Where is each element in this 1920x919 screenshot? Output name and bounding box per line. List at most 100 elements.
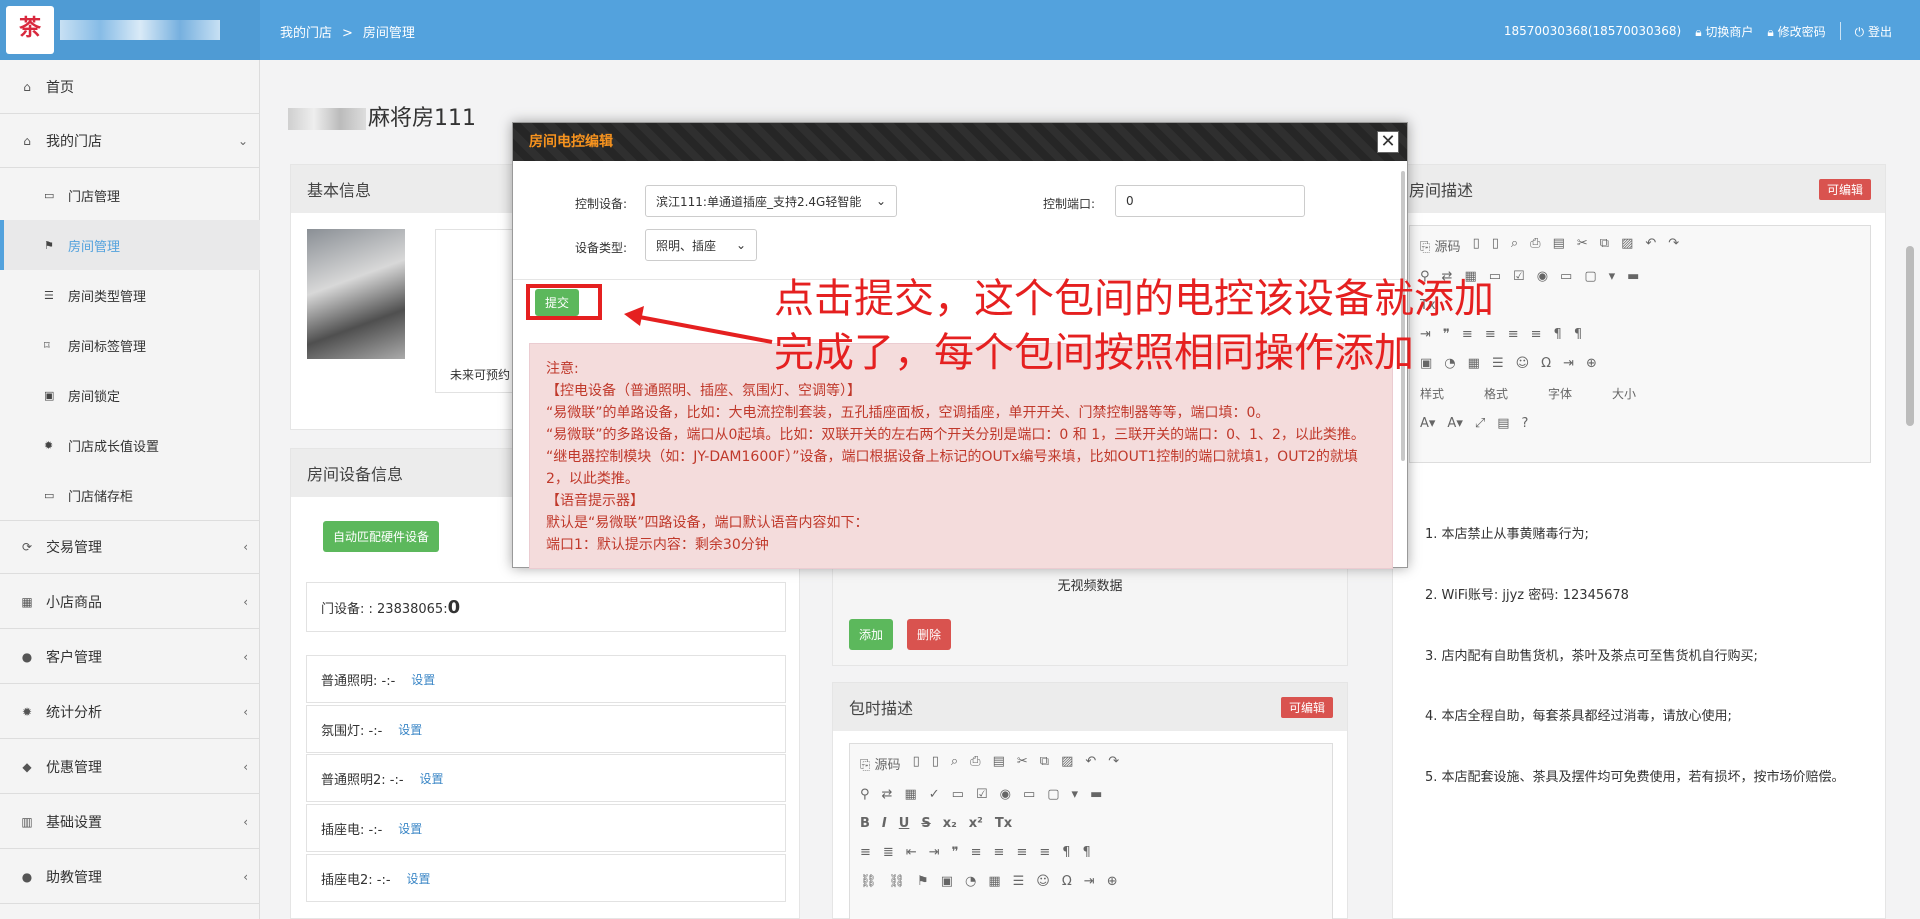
maximize-icon[interactable]: ⤢ [1475, 416, 1485, 431]
device-settings-link[interactable]: 设置 [398, 721, 422, 738]
size-dropdown[interactable]: 大小 [1612, 385, 1636, 402]
paste-icon[interactable]: ▨ [1061, 754, 1073, 773]
delete-button[interactable]: 删除 [907, 619, 952, 650]
textarea-icon[interactable]: ▢ [1047, 787, 1059, 802]
ordered-list-icon[interactable]: ≡ [860, 845, 871, 860]
sidebar-item-room-management[interactable]: ⚑ 房间管理 [0, 220, 260, 270]
show-blocks-icon[interactable]: ▤ [1497, 416, 1509, 431]
subscript-icon[interactable]: x₂ [943, 816, 957, 831]
pagebreak-icon[interactable]: ⇥ [1563, 356, 1574, 371]
unlink-icon[interactable]: ⛓ [889, 874, 906, 889]
redo-icon[interactable]: ↷ [1108, 754, 1119, 773]
save-icon[interactable]: ▯ [913, 754, 920, 773]
font-dropdown[interactable]: 字体 [1548, 385, 1572, 402]
outdent-icon[interactable]: ⇤ [906, 845, 917, 860]
print-icon[interactable]: ⎙ [1530, 236, 1540, 255]
text-color-icon[interactable]: A▾ [1420, 416, 1435, 431]
logo[interactable]: 茶 [0, 0, 260, 60]
align-right-icon[interactable]: ≡ [1508, 327, 1519, 342]
add-button[interactable]: 添加 [849, 619, 894, 650]
change-password-button[interactable]: 🔒︎ 修改密码 [1767, 23, 1825, 40]
checkbox-icon[interactable]: ☑ [976, 787, 988, 802]
omega-icon[interactable]: Ω [1062, 874, 1072, 889]
omega-icon[interactable]: Ω [1541, 356, 1551, 371]
editable-badge[interactable]: 可编辑 [1280, 697, 1333, 718]
search-icon[interactable]: ⚲ [860, 787, 870, 802]
ltr-icon[interactable]: ¶ [1554, 327, 1562, 342]
sidebar-item-room-lock[interactable]: ▣ 房间锁定 [0, 370, 260, 420]
justify-icon[interactable]: ≡ [1531, 327, 1542, 342]
paste-icon[interactable]: ▨ [1621, 236, 1633, 255]
format-dropdown[interactable]: 格式 [1484, 385, 1508, 402]
hr-icon[interactable]: ☰ [1013, 874, 1025, 889]
quote-icon[interactable]: ❞ [952, 845, 959, 860]
breadcrumb-room[interactable]: 房间管理 [363, 26, 415, 41]
sidebar-item-store-management[interactable]: ▭ 门店管理 [0, 170, 260, 220]
close-icon[interactable]: ✕ [1377, 131, 1399, 153]
device-settings-link[interactable]: 设置 [420, 770, 444, 787]
bg-color-icon[interactable]: A▾ [1447, 416, 1462, 431]
anchor-icon[interactable]: ⚑ [917, 874, 929, 889]
logout-button[interactable]: ⏻ 登出 [1855, 23, 1892, 40]
select-icon[interactable]: ▾ [1609, 269, 1616, 284]
template-icon[interactable]: ▤ [1553, 236, 1565, 255]
checkbox-icon[interactable]: ☑ [1513, 269, 1525, 284]
justify-icon[interactable]: ≡ [1039, 845, 1050, 860]
cut-icon[interactable]: ✂ [1577, 236, 1588, 255]
redo-icon[interactable]: ↷ [1668, 236, 1679, 255]
bulleted-list-icon[interactable]: ≣ [883, 845, 894, 860]
smiley-icon[interactable]: ☺ [1516, 356, 1530, 371]
print-icon[interactable]: ⎙ [970, 754, 980, 773]
align-right-icon[interactable]: ≡ [1016, 845, 1027, 860]
sidebar-item-storage-locker[interactable]: ▭ 门店储存柜 [0, 470, 260, 520]
align-left-icon[interactable]: ≡ [971, 845, 982, 860]
rtl-icon[interactable]: ¶ [1574, 327, 1582, 342]
save-icon[interactable]: ▯ [1473, 236, 1480, 255]
textarea-icon[interactable]: ▢ [1584, 269, 1596, 284]
new-page-icon[interactable]: ▯ [932, 754, 939, 773]
control-device-select[interactable]: 滨江111:单通道插座_支持2.4G轻智能 ⌄ [645, 185, 897, 217]
sidebar-item-room-type[interactable]: ☰ 房间类型管理 [0, 270, 260, 320]
strike-icon[interactable]: S [921, 816, 930, 831]
page-scrollbar[interactable] [1906, 246, 1914, 426]
rules-content[interactable]: 1. 本店禁止从事黄赌毒行为; 2. WiFi账号: jjyz 密码: 1234… [1425, 525, 1865, 829]
button-icon[interactable]: ▬ [1627, 269, 1639, 284]
sidebar-item-customers[interactable]: ● 客户管理 ‹ [0, 630, 260, 684]
image-icon[interactable]: ▣ [941, 874, 953, 889]
select-icon[interactable]: ▾ [1072, 787, 1079, 802]
control-port-input[interactable]: 0 [1115, 185, 1305, 217]
sidebar-item-discounts[interactable]: ◆ 优惠管理 ‹ [0, 740, 260, 794]
editable-badge[interactable]: 可编辑 [1818, 179, 1871, 200]
device-settings-link[interactable]: 设置 [398, 820, 422, 837]
globe-icon[interactable]: ⊕ [1586, 356, 1597, 371]
select-all-icon[interactable]: ▦ [904, 787, 916, 802]
textfield-icon[interactable]: ▭ [1023, 787, 1035, 802]
sidebar-item-basic-settings[interactable]: ▥ 基础设置 ‹ [0, 795, 260, 849]
underline-icon[interactable]: U [899, 816, 910, 831]
radio-icon[interactable]: ◉ [1537, 269, 1548, 284]
button-icon[interactable]: ▬ [1090, 787, 1102, 802]
sidebar-item-transactions[interactable]: ⟳ 交易管理 ‹ [0, 520, 260, 574]
bold-icon[interactable]: B [860, 816, 870, 831]
flash-icon[interactable]: ◔ [965, 874, 976, 889]
radio-icon[interactable]: ◉ [1000, 787, 1011, 802]
clear-format-icon[interactable]: Tx [995, 816, 1012, 831]
copy-icon[interactable]: ⧉ [1040, 754, 1049, 773]
sidebar-item-growth-settings[interactable]: ✹ 门店成长值设置 [0, 420, 260, 470]
source-button[interactable]: ⎘ 源码 [860, 754, 901, 773]
ltr-icon[interactable]: ¶ [1062, 845, 1070, 860]
pagebreak-icon[interactable]: ⇥ [1084, 874, 1095, 889]
copy-icon[interactable]: ⧉ [1600, 236, 1609, 255]
preview-icon[interactable]: ⌕ [1511, 236, 1518, 255]
preview-icon[interactable]: ⌕ [951, 754, 958, 773]
template-icon[interactable]: ▤ [993, 754, 1005, 773]
align-center-icon[interactable]: ≡ [994, 845, 1005, 860]
smiley-icon[interactable]: ☺ [1036, 874, 1050, 889]
superscript-icon[interactable]: x² [969, 816, 983, 831]
sidebar-item-assistants[interactable]: ● 助教管理 ‹ [0, 850, 260, 904]
auto-match-button[interactable]: 自动匹配硬件设备 [323, 521, 440, 552]
textfield-icon[interactable]: ▭ [1560, 269, 1572, 284]
device-settings-link[interactable]: 设置 [407, 870, 431, 887]
sidebar-item-home[interactable]: ⌂ 首页 [0, 60, 260, 114]
source-button[interactable]: ⎘ 源码 [1420, 236, 1461, 255]
